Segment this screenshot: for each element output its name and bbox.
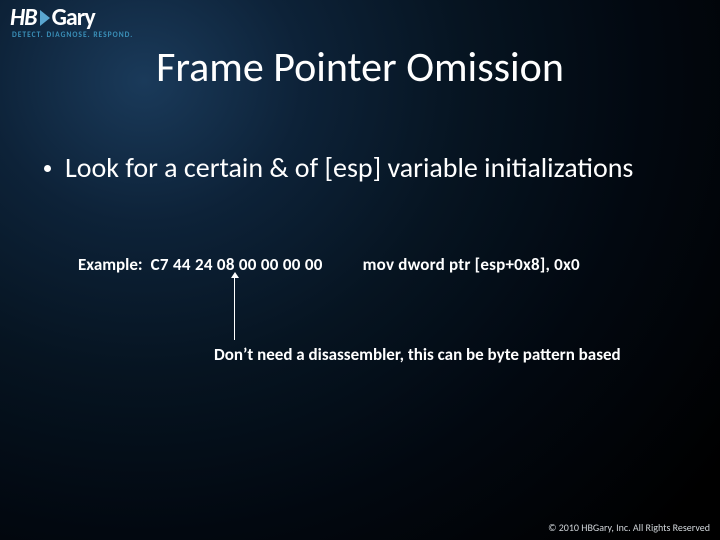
bullet-text: Look for a certain & of [esp] variable i… — [65, 150, 633, 185]
logo-wordmark: HB Gary — [10, 6, 133, 30]
logo-triangle-icon — [40, 10, 50, 26]
bullet-dot-icon — [44, 165, 51, 172]
logo-gary-text: Gary — [52, 6, 95, 30]
example-row: Example: C7 44 24 08 00 00 00 00 mov dwo… — [78, 254, 580, 275]
logo-hb-text: HB — [10, 6, 37, 30]
example-asm: mov dword ptr [esp+0x8], 0x0 — [363, 254, 580, 275]
slide-title: Frame Pointer Omission — [0, 42, 720, 93]
example-label: Example: — [78, 254, 143, 275]
pointer-line — [234, 275, 235, 340]
slide: HB Gary DETECT. DIAGNOSE. RESPOND. Frame… — [0, 0, 720, 540]
logo-tagline: DETECT. DIAGNOSE. RESPOND. — [12, 32, 133, 40]
logo: HB Gary DETECT. DIAGNOSE. RESPOND. — [10, 6, 133, 40]
bullet-item: Look for a certain & of [esp] variable i… — [44, 150, 680, 185]
note-text: Don’t need a disassembler, this can be b… — [214, 344, 621, 365]
copyright: © 2010 HBGary, Inc. All Rights Reserved — [548, 521, 710, 534]
